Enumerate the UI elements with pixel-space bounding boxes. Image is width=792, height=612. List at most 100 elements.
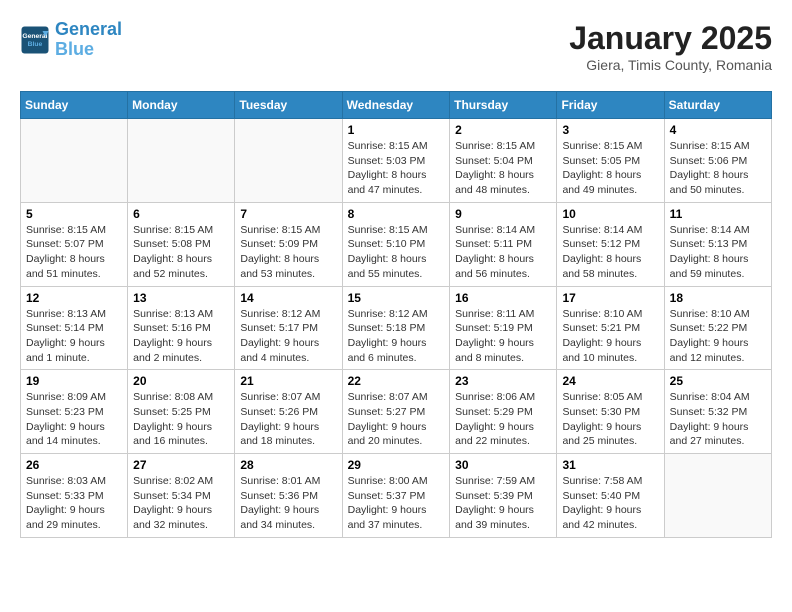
calendar-day-cell: 7Sunrise: 8:15 AM Sunset: 5:09 PM Daylig… xyxy=(235,202,342,286)
day-number: 23 xyxy=(455,374,551,388)
day-number: 20 xyxy=(133,374,229,388)
day-number: 15 xyxy=(348,291,445,305)
logo-line1: General xyxy=(55,19,122,39)
day-number: 5 xyxy=(26,207,122,221)
calendar-day-cell: 19 Sunrise: 8:09 AM Sunset: 5:23 PM Dayli… xyxy=(21,370,128,454)
calendar-day-cell: 4 Sunrise: 8:15 AM Sunset: 5:06 PM Daylig… xyxy=(664,119,771,203)
calendar-day-cell: 24Sunrise: 8:05 AM Sunset: 5:30 PM Dayli… xyxy=(557,370,664,454)
day-number: 25 xyxy=(670,374,766,388)
weekday-header: Wednesday xyxy=(342,92,450,119)
day-info: Sunrise: 8:10 AM Sunset: 5:21 PM Dayligh… xyxy=(562,307,658,366)
day-number: 11 xyxy=(670,207,766,221)
svg-text:Blue: Blue xyxy=(28,41,43,48)
calendar-day-cell: 11 Sunrise: 8:14 AM Sunset: 5:13 PM Dayli… xyxy=(664,202,771,286)
calendar-week-row: 5 Sunrise: 8:15 AM Sunset: 5:07 PM Daylig… xyxy=(21,202,772,286)
weekday-header: Monday xyxy=(128,92,235,119)
day-number: 26 xyxy=(26,458,122,472)
day-info: Sunrise: 7:59 AM Sunset: 5:39 PM Dayligh… xyxy=(455,474,551,533)
logo-line2: Blue xyxy=(55,39,94,59)
calendar-day-cell: 27 Sunrise: 8:02 AM Sunset: 5:34 PM Dayli… xyxy=(128,454,235,538)
calendar-day-cell: 21Sunrise: 8:07 AM Sunset: 5:26 PM Dayli… xyxy=(235,370,342,454)
calendar-table: SundayMondayTuesdayWednesdayThursdayFrid… xyxy=(20,91,772,538)
calendar-day-cell: 23Sunrise: 8:06 AM Sunset: 5:29 PM Dayli… xyxy=(450,370,557,454)
day-number: 14 xyxy=(240,291,336,305)
day-info: Sunrise: 8:15 AM Sunset: 5:04 PM Dayligh… xyxy=(455,139,551,198)
day-number: 19 xyxy=(26,374,122,388)
day-info: Sunrise: 8:07 AM Sunset: 5:26 PM Dayligh… xyxy=(240,390,336,449)
calendar-day-cell: 14 Sunrise: 8:12 AM Sunset: 5:17 PM Dayli… xyxy=(235,286,342,370)
day-info: Sunrise: 8:12 AM Sunset: 5:17 PM Dayligh… xyxy=(240,307,336,366)
day-number: 16 xyxy=(455,291,551,305)
calendar-day-cell: 5 Sunrise: 8:15 AM Sunset: 5:07 PM Daylig… xyxy=(21,202,128,286)
calendar-week-row: 19 Sunrise: 8:09 AM Sunset: 5:23 PM Dayli… xyxy=(21,370,772,454)
day-number: 6 xyxy=(133,207,229,221)
calendar-day-cell: 28Sunrise: 8:01 AM Sunset: 5:36 PM Dayli… xyxy=(235,454,342,538)
calendar-day-cell xyxy=(128,119,235,203)
calendar-day-cell: 9 Sunrise: 8:14 AM Sunset: 5:11 PM Daylig… xyxy=(450,202,557,286)
calendar-day-cell: 26 Sunrise: 8:03 AM Sunset: 5:33 PM Dayli… xyxy=(21,454,128,538)
day-number: 28 xyxy=(240,458,336,472)
calendar-day-cell: 31 Sunrise: 7:58 AM Sunset: 5:40 PM Dayli… xyxy=(557,454,664,538)
day-info: Sunrise: 8:13 AM Sunset: 5:14 PM Dayligh… xyxy=(26,307,122,366)
calendar-day-cell: 17Sunrise: 8:10 AM Sunset: 5:21 PM Dayli… xyxy=(557,286,664,370)
day-number: 2 xyxy=(455,123,551,137)
weekday-header: Friday xyxy=(557,92,664,119)
title-section: January 2025 Giera, Timis County, Romani… xyxy=(569,20,772,73)
calendar-subtitle: Giera, Timis County, Romania xyxy=(569,57,772,73)
logo: General Blue General Blue xyxy=(20,20,122,60)
day-number: 3 xyxy=(562,123,658,137)
logo-icon: General Blue xyxy=(20,25,50,55)
day-info: Sunrise: 8:15 AM Sunset: 5:10 PM Dayligh… xyxy=(348,223,445,282)
day-info: Sunrise: 8:07 AM Sunset: 5:27 PM Dayligh… xyxy=(348,390,445,449)
day-info: Sunrise: 8:05 AM Sunset: 5:30 PM Dayligh… xyxy=(562,390,658,449)
day-number: 8 xyxy=(348,207,445,221)
day-info: Sunrise: 8:10 AM Sunset: 5:22 PM Dayligh… xyxy=(670,307,766,366)
calendar-week-row: 26 Sunrise: 8:03 AM Sunset: 5:33 PM Dayli… xyxy=(21,454,772,538)
day-info: Sunrise: 8:14 AM Sunset: 5:13 PM Dayligh… xyxy=(670,223,766,282)
day-info: Sunrise: 8:12 AM Sunset: 5:18 PM Dayligh… xyxy=(348,307,445,366)
calendar-day-cell xyxy=(235,119,342,203)
calendar-day-cell: 20 Sunrise: 8:08 AM Sunset: 5:25 PM Dayli… xyxy=(128,370,235,454)
weekday-header: Thursday xyxy=(450,92,557,119)
calendar-day-cell: 8 Sunrise: 8:15 AM Sunset: 5:10 PM Daylig… xyxy=(342,202,450,286)
day-info: Sunrise: 8:15 AM Sunset: 5:06 PM Dayligh… xyxy=(670,139,766,198)
day-number: 7 xyxy=(240,207,336,221)
day-info: Sunrise: 8:03 AM Sunset: 5:33 PM Dayligh… xyxy=(26,474,122,533)
calendar-day-cell xyxy=(664,454,771,538)
day-number: 4 xyxy=(670,123,766,137)
day-number: 10 xyxy=(562,207,658,221)
day-info: Sunrise: 8:11 AM Sunset: 5:19 PM Dayligh… xyxy=(455,307,551,366)
day-number: 9 xyxy=(455,207,551,221)
calendar-day-cell: 22 Sunrise: 8:07 AM Sunset: 5:27 PM Dayli… xyxy=(342,370,450,454)
calendar-day-cell: 30 Sunrise: 7:59 AM Sunset: 5:39 PM Dayli… xyxy=(450,454,557,538)
calendar-day-cell: 2 Sunrise: 8:15 AM Sunset: 5:04 PM Daylig… xyxy=(450,119,557,203)
day-number: 31 xyxy=(562,458,658,472)
day-number: 30 xyxy=(455,458,551,472)
calendar-day-cell: 25Sunrise: 8:04 AM Sunset: 5:32 PM Dayli… xyxy=(664,370,771,454)
day-info: Sunrise: 8:15 AM Sunset: 5:05 PM Dayligh… xyxy=(562,139,658,198)
day-info: Sunrise: 8:02 AM Sunset: 5:34 PM Dayligh… xyxy=(133,474,229,533)
day-number: 13 xyxy=(133,291,229,305)
calendar-day-cell: 18Sunrise: 8:10 AM Sunset: 5:22 PM Dayli… xyxy=(664,286,771,370)
calendar-day-cell: 6Sunrise: 8:15 AM Sunset: 5:08 PM Daylig… xyxy=(128,202,235,286)
day-info: Sunrise: 8:15 AM Sunset: 5:07 PM Dayligh… xyxy=(26,223,122,282)
day-info: Sunrise: 8:08 AM Sunset: 5:25 PM Dayligh… xyxy=(133,390,229,449)
day-number: 1 xyxy=(348,123,445,137)
day-info: Sunrise: 8:14 AM Sunset: 5:11 PM Dayligh… xyxy=(455,223,551,282)
day-info: Sunrise: 8:15 AM Sunset: 5:03 PM Dayligh… xyxy=(348,139,445,198)
calendar-week-row: 1 Sunrise: 8:15 AM Sunset: 5:03 PM Daylig… xyxy=(21,119,772,203)
logo-text: General Blue xyxy=(55,20,122,60)
day-info: Sunrise: 7:58 AM Sunset: 5:40 PM Dayligh… xyxy=(562,474,658,533)
day-number: 27 xyxy=(133,458,229,472)
calendar-day-cell: 15 Sunrise: 8:12 AM Sunset: 5:18 PM Dayli… xyxy=(342,286,450,370)
calendar-day-cell: 3 Sunrise: 8:15 AM Sunset: 5:05 PM Daylig… xyxy=(557,119,664,203)
day-info: Sunrise: 8:13 AM Sunset: 5:16 PM Dayligh… xyxy=(133,307,229,366)
day-number: 22 xyxy=(348,374,445,388)
calendar-body: 1 Sunrise: 8:15 AM Sunset: 5:03 PM Daylig… xyxy=(21,119,772,538)
calendar-day-cell: 1 Sunrise: 8:15 AM Sunset: 5:03 PM Daylig… xyxy=(342,119,450,203)
day-info: Sunrise: 8:09 AM Sunset: 5:23 PM Dayligh… xyxy=(26,390,122,449)
calendar-day-cell xyxy=(21,119,128,203)
calendar-title: January 2025 xyxy=(569,20,772,57)
calendar-day-cell: 12Sunrise: 8:13 AM Sunset: 5:14 PM Dayli… xyxy=(21,286,128,370)
weekday-header: Sunday xyxy=(21,92,128,119)
